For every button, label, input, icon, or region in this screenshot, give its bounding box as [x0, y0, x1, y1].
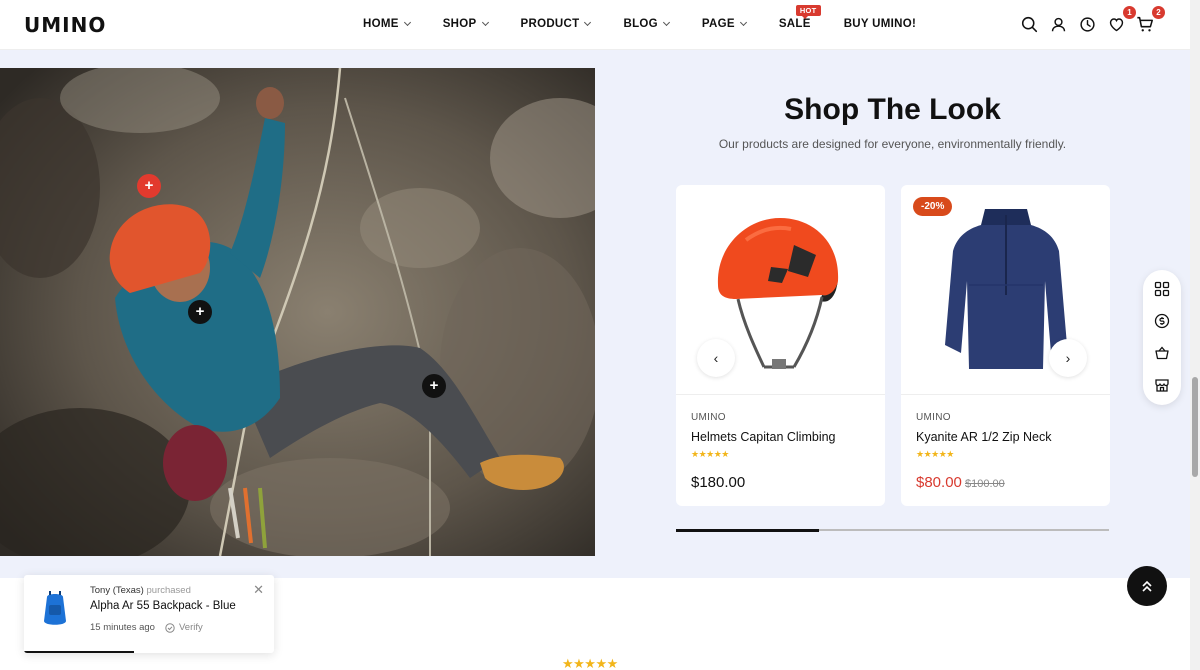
- cart-count-badge: 2: [1152, 6, 1165, 19]
- buyer-action: purchased: [146, 585, 191, 596]
- nav-blog[interactable]: BLOG: [623, 18, 670, 30]
- nav-sale[interactable]: HOT SALE: [778, 5, 821, 30]
- nav-page[interactable]: PAGE: [701, 18, 747, 30]
- nav-sale-label: SALE: [778, 18, 811, 30]
- chevron-down-icon: [662, 18, 670, 27]
- nav-buy-umino-label: BUY UMINO!: [843, 18, 917, 30]
- chevron-left-icon: ‹: [713, 350, 719, 366]
- back-to-top-button[interactable]: [1127, 566, 1167, 606]
- product-sale-price: $80.00: [916, 474, 962, 491]
- hotspot-helmet[interactable]: +: [137, 174, 161, 198]
- buyer-info: Tony (Texas) purchased: [90, 585, 191, 596]
- wishlist-button[interactable]: 1: [1105, 6, 1136, 35]
- product-card[interactable]: ‹ UMINO Helmets Capitan Climbing ★★★★★ $…: [676, 185, 885, 506]
- check-circle-icon: [165, 622, 175, 633]
- hotspot-jacket[interactable]: +: [188, 300, 212, 324]
- nav-home[interactable]: HOME: [363, 18, 411, 30]
- notification-timer-bar: [24, 651, 134, 653]
- carousel-progress-fill: [676, 528, 819, 532]
- carousel-prev-button[interactable]: ‹: [697, 339, 735, 377]
- hotspot-pants[interactable]: +: [422, 374, 446, 398]
- dollar-icon[interactable]: [1153, 312, 1171, 330]
- purchase-time: 15 minutes ago: [90, 622, 155, 633]
- clock-icon[interactable]: [1076, 13, 1098, 35]
- chevron-down-icon: [481, 18, 489, 27]
- verify-text: Verify: [179, 622, 203, 633]
- chevron-down-icon: [739, 18, 747, 27]
- store-icon[interactable]: [1153, 376, 1171, 394]
- climber-photo: + + +: [0, 68, 595, 556]
- chevron-down-icon: [584, 18, 592, 27]
- nav-blog-label: BLOG: [623, 18, 658, 30]
- product-price: $180.00: [691, 474, 746, 491]
- product-old-price: $100.00: [965, 478, 1005, 490]
- nav-page-label: PAGE: [701, 18, 735, 30]
- close-icon[interactable]: ✕: [253, 582, 264, 598]
- scrollbar-thumb[interactable]: [1192, 377, 1198, 477]
- product-brand: UMINO: [916, 412, 951, 423]
- carousel-next-button[interactable]: ›: [1049, 339, 1087, 377]
- double-chevron-up-icon: [1142, 580, 1152, 592]
- nav-product[interactable]: PRODUCT: [520, 18, 592, 30]
- section-subtitle: Our products are designed for everyone, …: [718, 137, 1067, 151]
- logo[interactable]: UMINO: [24, 13, 106, 37]
- backpack-thumbnail[interactable]: [38, 591, 72, 629]
- card-divider: [901, 394, 1110, 395]
- grid-icon[interactable]: [1153, 280, 1171, 298]
- nav-product-label: PRODUCT: [520, 18, 580, 30]
- cart-button[interactable]: 2: [1134, 6, 1165, 35]
- section-title: Shop The Look: [784, 93, 1001, 126]
- discount-badge: -20%: [913, 197, 953, 216]
- chevron-right-icon: ›: [1065, 350, 1071, 366]
- site-header: UMINO HOME SHOP PRODUCT BLOG PAGE HOT SA…: [0, 0, 1190, 50]
- product-rating: ★★★★★: [691, 449, 729, 459]
- hot-badge: HOT: [795, 5, 821, 19]
- product-brand: UMINO: [691, 412, 726, 423]
- nav-shop[interactable]: SHOP: [442, 18, 489, 30]
- page-scrollbar[interactable]: [1190, 0, 1200, 670]
- nav-buy-umino[interactable]: BUY UMINO!: [844, 18, 916, 30]
- basket-icon[interactable]: [1153, 344, 1171, 362]
- search-icon[interactable]: [1018, 13, 1040, 35]
- buyer-name: Tony (Texas): [90, 585, 144, 596]
- verify-label: Verify: [165, 622, 203, 633]
- chevron-down-icon: [403, 18, 411, 27]
- card-divider: [676, 394, 885, 395]
- main-nav: HOME SHOP PRODUCT BLOG PAGE HOT SALE BUY…: [363, 5, 949, 30]
- product-card[interactable]: -20% › UMINO Kyanite AR 1/2 Zip Neck ★★★…: [901, 185, 1110, 506]
- purchased-product-name[interactable]: Alpha Ar 55 Backpack - Blue: [90, 600, 236, 612]
- user-icon[interactable]: [1047, 13, 1069, 35]
- review-stars: ★★★★★: [562, 656, 618, 670]
- heart-icon: [1109, 17, 1123, 31]
- nav-home-label: HOME: [363, 18, 399, 30]
- header-actions: 1 2: [1011, 6, 1165, 35]
- product-rating: ★★★★★: [916, 449, 954, 459]
- floating-toolbar: [1143, 270, 1181, 405]
- cart-icon: [1137, 16, 1153, 32]
- nav-shop-label: SHOP: [442, 18, 477, 30]
- product-name[interactable]: Helmets Capitan Climbing: [691, 430, 836, 444]
- carousel-progress[interactable]: [676, 528, 1109, 532]
- purchase-notification[interactable]: Tony (Texas) purchased Alpha Ar 55 Backp…: [24, 575, 274, 653]
- product-name[interactable]: Kyanite AR 1/2 Zip Neck: [916, 430, 1051, 444]
